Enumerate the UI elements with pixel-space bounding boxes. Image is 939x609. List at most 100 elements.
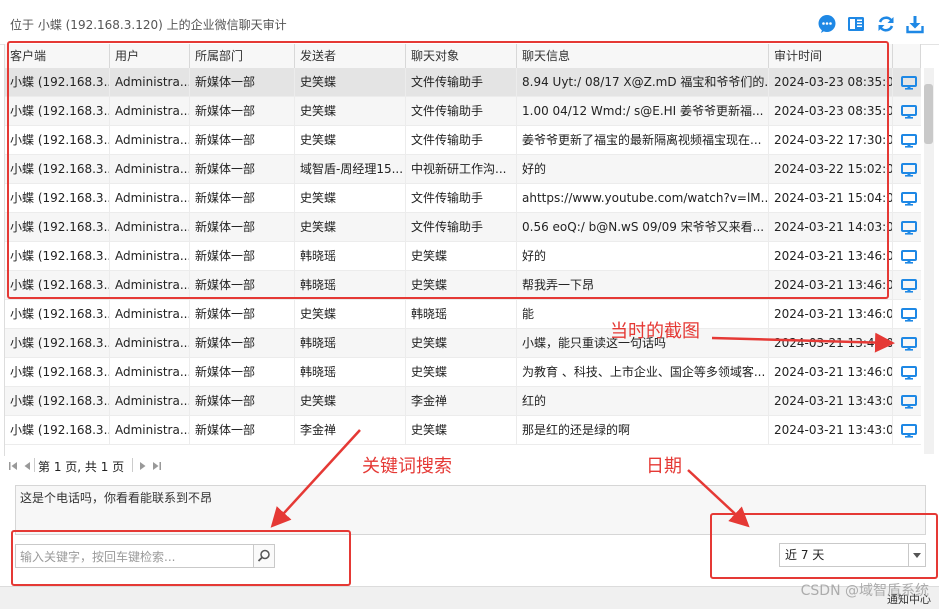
cell-sender: 史笑蝶 <box>295 300 406 329</box>
cell-message: 红的 <box>517 387 769 416</box>
cell-user: Administra... <box>110 68 190 97</box>
cell-audit-time: 2024-03-21 13:43:00 <box>769 416 893 445</box>
table-row[interactable]: 小蝶 (192.168.3... Administra... 新媒体一部 李金禅 史笑蝶… <box>5 416 921 445</box>
prev-page-icon[interactable] <box>22 461 32 471</box>
cell-department: 新媒体一部 <box>190 155 295 184</box>
next-page-icon[interactable] <box>138 461 148 471</box>
column-header-client[interactable]: 客户端 <box>5 44 110 68</box>
audit-table: 客户端 用户 所属部门 发送者 聊天对象 聊天信息 审计时间 小蝶 (192.1… <box>4 44 921 456</box>
table-row[interactable]: 小蝶 (192.168.3... Administra... 新媒体一部 史笑蝶 文件传… <box>5 97 921 126</box>
cell-message: 1.00 04/12 Wmd:/ s@E.HI 姜爷爷更新福... <box>517 97 769 126</box>
cell-department: 新媒体一部 <box>190 97 295 126</box>
monitor-icon[interactable] <box>901 134 917 148</box>
cell-client: 小蝶 (192.168.3... <box>5 97 110 126</box>
cell-department: 新媒体一部 <box>190 242 295 271</box>
cell-message: 好的 <box>517 155 769 184</box>
monitor-icon[interactable] <box>901 163 917 177</box>
table-row[interactable]: 小蝶 (192.168.3... Administra... 新媒体一部 史笑蝶 文件传… <box>5 68 921 97</box>
last-page-icon[interactable] <box>152 461 162 471</box>
cell-chat-target: 史笑蝶 <box>406 242 517 271</box>
cell-department: 新媒体一部 <box>190 387 295 416</box>
cell-user: Administra... <box>110 126 190 155</box>
search-button[interactable] <box>253 545 274 567</box>
monitor-icon[interactable] <box>901 424 917 438</box>
monitor-icon[interactable] <box>901 337 917 351</box>
table-row[interactable]: 小蝶 (192.168.3... Administra... 新媒体一部 韩晓瑶 史笑蝶… <box>5 358 921 387</box>
cell-user: Administra... <box>110 416 190 445</box>
cell-department: 新媒体一部 <box>190 271 295 300</box>
cell-sender: 史笑蝶 <box>295 126 406 155</box>
cell-sender: 韩晓瑶 <box>295 271 406 300</box>
column-header-sender[interactable]: 发送者 <box>295 44 406 68</box>
cell-message: 0.56 eoQ:/ b@N.wS 09/09 宋爷爷又来看... <box>517 213 769 242</box>
date-range-value: 近 7 天 <box>785 548 825 562</box>
column-header-user[interactable]: 用户 <box>110 44 190 68</box>
column-header-department[interactable]: 所属部门 <box>190 44 295 68</box>
table-row[interactable]: 小蝶 (192.168.3... Administra... 新媒体一部 域智盾-周经… <box>5 155 921 184</box>
message-detail[interactable]: 这是个电话吗，你看看能联系到不昂 <box>15 485 926 535</box>
monitor-icon[interactable] <box>901 308 917 322</box>
table-row[interactable]: 小蝶 (192.168.3... Administra... 新媒体一部 史笑蝶 文件传… <box>5 213 921 242</box>
cell-user: Administra... <box>110 358 190 387</box>
window-title: 位于 小蝶 (192.168.3.120) 上的企业微信聊天审计 <box>10 18 287 32</box>
monitor-icon[interactable] <box>901 221 917 235</box>
cell-chat-target: 文件传输助手 <box>406 213 517 242</box>
cell-sender: 史笑蝶 <box>295 68 406 97</box>
dropdown-button[interactable] <box>908 544 925 566</box>
pager-divider <box>132 458 133 472</box>
column-header-message[interactable]: 聊天信息 <box>517 44 769 68</box>
cell-client: 小蝶 (192.168.3... <box>5 213 110 242</box>
cell-message: 好的 <box>517 242 769 271</box>
cell-audit-time: 2024-03-21 13:43:00 <box>769 387 893 416</box>
cell-message: 姜爷爷更新了福宝的最新隔离视频福宝现在... <box>517 126 769 155</box>
cell-message: 那是红的还是绿的啊 <box>517 416 769 445</box>
refresh-icon[interactable] <box>876 14 896 34</box>
cell-client: 小蝶 (192.168.3... <box>5 184 110 213</box>
monitor-icon[interactable] <box>901 105 917 119</box>
monitor-icon[interactable] <box>901 279 917 293</box>
monitor-icon[interactable] <box>901 192 917 206</box>
cell-user: Administra... <box>110 387 190 416</box>
scrollbar-thumb[interactable] <box>924 84 933 144</box>
table-row[interactable]: 小蝶 (192.168.3... Administra... 新媒体一部 史笑蝶 文件传… <box>5 126 921 155</box>
table-row[interactable]: 小蝶 (192.168.3... Administra... 新媒体一部 韩晓瑶 史笑蝶… <box>5 242 921 271</box>
download-icon[interactable] <box>905 14 925 34</box>
cell-sender: 史笑蝶 <box>295 184 406 213</box>
cell-sender: 韩晓瑶 <box>295 242 406 271</box>
cell-audit-time: 2024-03-22 17:30:00 <box>769 126 893 155</box>
cell-audit-time: 2024-03-23 08:35:00 <box>769 97 893 126</box>
cell-chat-target: 文件传输助手 <box>406 184 517 213</box>
column-header-chat-target[interactable]: 聊天对象 <box>406 44 517 68</box>
keyword-search-box <box>15 544 275 569</box>
monitor-icon[interactable] <box>901 366 917 380</box>
monitor-icon[interactable] <box>901 250 917 264</box>
table-row[interactable]: 小蝶 (192.168.3... Administra... 新媒体一部 史笑蝶 李金禅… <box>5 387 921 416</box>
search-input[interactable] <box>16 545 258 569</box>
table-row[interactable]: 小蝶 (192.168.3... Administra... 新媒体一部 史笑蝶 文件传… <box>5 184 921 213</box>
page-info: 第 1 页, 共 1 页 <box>38 460 125 474</box>
column-header-screenshot <box>893 44 921 68</box>
cell-chat-target: 韩晓瑶 <box>406 300 517 329</box>
book-icon[interactable] <box>846 14 866 34</box>
status-bar: 通知中心 <box>0 586 939 609</box>
first-page-icon[interactable] <box>8 461 18 471</box>
monitor-icon[interactable] <box>901 76 917 90</box>
cell-client: 小蝶 (192.168.3... <box>5 126 110 155</box>
cell-chat-target: 李金禅 <box>406 387 517 416</box>
cell-client: 小蝶 (192.168.3... <box>5 155 110 184</box>
cell-department: 新媒体一部 <box>190 68 295 97</box>
chat-icon[interactable] <box>817 14 837 34</box>
table-header: 客户端 用户 所属部门 发送者 聊天对象 聊天信息 审计时间 <box>5 44 921 69</box>
table-row[interactable]: 小蝶 (192.168.3... Administra... 新媒体一部 韩晓瑶 史笑蝶… <box>5 271 921 300</box>
table-row[interactable]: 小蝶 (192.168.3... Administra... 新媒体一部 史笑蝶 韩晓瑶… <box>5 300 921 329</box>
cell-client: 小蝶 (192.168.3... <box>5 300 110 329</box>
monitor-icon[interactable] <box>901 395 917 409</box>
column-header-audit-time[interactable]: 审计时间 <box>769 44 893 68</box>
cell-audit-time: 2024-03-21 13:46:00 <box>769 329 893 358</box>
audit-window: 位于 小蝶 (192.168.3.120) 上的企业微信聊天审计 客户端 用户 … <box>0 0 939 609</box>
cell-sender: 史笑蝶 <box>295 97 406 126</box>
cell-audit-time: 2024-03-23 08:35:00 <box>769 68 893 97</box>
table-row[interactable]: 小蝶 (192.168.3... Administra... 新媒体一部 韩晓瑶 史笑蝶… <box>5 329 921 358</box>
cell-department: 新媒体一部 <box>190 329 295 358</box>
date-range-select[interactable]: 近 7 天 <box>779 543 926 567</box>
